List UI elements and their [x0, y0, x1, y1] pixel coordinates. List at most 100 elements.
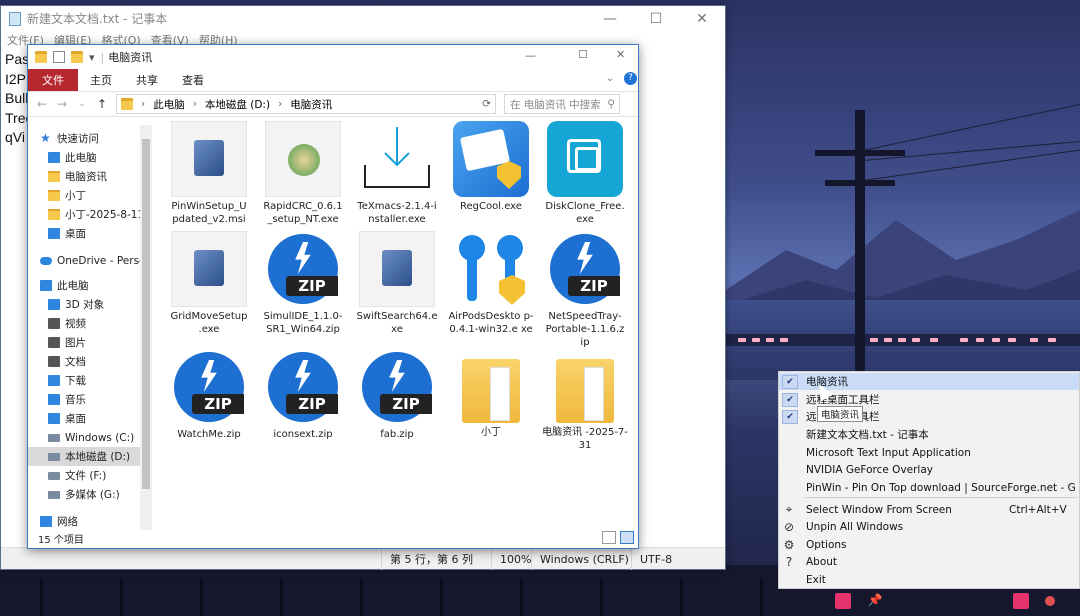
- nav-item[interactable]: 桌面: [28, 224, 152, 243]
- tab-view[interactable]: 查看: [170, 69, 216, 91]
- menu-item[interactable]: ⊘ Unpin All Windows: [779, 518, 1079, 535]
- nav-item[interactable]: 文件 (F:): [28, 466, 152, 485]
- minimize-button[interactable]: —: [525, 49, 536, 62]
- menu-item-label: Options: [806, 538, 847, 551]
- file-item[interactable]: SwiftSearch64.e xe: [352, 231, 442, 336]
- onedrive-icon: [40, 256, 52, 265]
- star-icon: ★: [40, 131, 51, 145]
- file-item[interactable]: DiskClone_Free. exe: [540, 121, 630, 226]
- file-item[interactable]: GridMoveSetup .exe: [164, 231, 254, 336]
- address-bar[interactable]: › 此电脑 › 本地磁盘 (D:) › 电脑资讯 ⟳: [116, 94, 496, 114]
- refresh-icon[interactable]: ⟳: [482, 98, 491, 110]
- properties-icon[interactable]: [53, 51, 65, 63]
- nav-item[interactable]: 桌面: [28, 409, 152, 428]
- cursor-position: 第 5 行，第 6 列: [381, 548, 491, 570]
- menu-item[interactable]: ? About: [779, 553, 1079, 570]
- file-item[interactable]: RegCool.exe: [446, 121, 536, 213]
- nav-item[interactable]: 多媒体 (G:): [28, 485, 152, 504]
- back-icon[interactable]: ←: [32, 97, 52, 111]
- airpods-icon: [453, 231, 529, 307]
- nav-item[interactable]: 音乐: [28, 390, 152, 409]
- search-box[interactable]: 在 电脑资讯 中搜索 ⚲: [504, 94, 620, 114]
- nav-item[interactable]: 文档: [28, 352, 152, 371]
- nav-item[interactable]: 视频: [28, 314, 152, 333]
- file-item[interactable]: TeXmacs-2.1.4-i nstaller.exe: [352, 121, 442, 226]
- details-view-icon[interactable]: [602, 531, 616, 544]
- menu-item[interactable]: ⌖ Select Window From Screen Ctrl+Alt+V: [779, 501, 1079, 518]
- tab-home[interactable]: 主页: [78, 69, 124, 91]
- menu-item-label: Microsoft Text Input Application: [806, 446, 971, 459]
- maximize-button[interactable]: ☐: [578, 48, 588, 61]
- file-item[interactable]: ZIP WatchMe.zip: [164, 349, 254, 441]
- nav-item[interactable]: 本地磁盘 (D:): [28, 447, 152, 466]
- nav-scrollbar[interactable]: [140, 125, 152, 530]
- breadcrumb-drive[interactable]: 本地磁盘 (D:): [205, 97, 270, 112]
- bolt-icon: [295, 360, 311, 392]
- large-icons-view-icon[interactable]: [620, 531, 634, 544]
- file-item[interactable]: ZIP NetSpeedTray- Portable-1.1.6.z ip: [540, 231, 630, 349]
- nav-item[interactable]: 图片: [28, 333, 152, 352]
- dropdown-icon[interactable]: ▾: [89, 51, 95, 64]
- notification-icon[interactable]: [1045, 596, 1055, 606]
- zip-label: ZIP: [192, 394, 244, 414]
- nav-item-label: 音乐: [65, 394, 86, 406]
- nav-item-label: 视频: [65, 318, 86, 330]
- nav-item[interactable]: 此电脑: [28, 276, 152, 295]
- nav-item[interactable]: 电脑资讯: [28, 167, 152, 186]
- file-name: 小丁: [481, 427, 501, 438]
- explorer-titlebar[interactable]: ▾ | 电脑资讯 — ☐ ✕: [28, 45, 638, 69]
- file-item[interactable]: ZIP SimulIDE_1.1.0- SR1_Win64.zip: [258, 231, 348, 336]
- zip-archive-icon: ZIP: [550, 234, 620, 304]
- minimize-button[interactable]: —: [587, 6, 633, 31]
- tab-file[interactable]: 文件: [28, 69, 78, 91]
- menu-item[interactable]: ⚙ Options: [779, 536, 1079, 553]
- file-name: DiskClone_Free. exe: [545, 201, 625, 225]
- nav-item-label: 快速访问: [57, 133, 99, 145]
- app-tray-icon[interactable]: [1013, 593, 1029, 609]
- tab-share[interactable]: 共享: [124, 69, 170, 91]
- file-name: RapidCRC_0.6.1 _setup_NT.exe: [263, 201, 343, 225]
- file-item[interactable]: ZIP fab.zip: [352, 349, 442, 441]
- new-folder-icon[interactable]: [71, 51, 83, 63]
- pinwin-context-menu: ✔电脑资讯✔远程桌面工具栏✔远程桌面工具栏新建文本文档.txt - 记事本Mic…: [778, 371, 1080, 589]
- file-item[interactable]: AirPodsDeskto p-0.4.1-win32.e xe: [446, 231, 536, 336]
- pin-icon[interactable]: 📌: [867, 593, 883, 609]
- maximize-button[interactable]: ☐: [633, 6, 679, 31]
- pinwin-tray-icon[interactable]: [835, 593, 851, 609]
- file-item[interactable]: ZIP iconsext.zip: [258, 349, 348, 441]
- nav-item[interactable]: 小丁: [28, 186, 152, 205]
- close-button[interactable]: ✕: [679, 6, 725, 31]
- nav-item-label: 本地磁盘 (D:): [65, 451, 131, 463]
- zip-label: ZIP: [380, 394, 432, 414]
- menu-item[interactable]: 新建文本文档.txt - 记事本: [779, 426, 1079, 443]
- forward-icon[interactable]: →: [52, 97, 72, 111]
- menu-item[interactable]: Microsoft Text Input Application: [779, 444, 1079, 461]
- file-item[interactable]: PinWinSetup_U pdated_v2.msi: [164, 121, 254, 226]
- up-icon[interactable]: ↑: [92, 97, 112, 111]
- nav-item[interactable]: ★ 快速访问: [28, 129, 152, 148]
- nav-item[interactable]: 此电脑: [28, 148, 152, 167]
- close-button[interactable]: ✕: [616, 48, 625, 61]
- nav-item[interactable]: 3D 对象: [28, 295, 152, 314]
- file-item[interactable]: 小丁: [446, 349, 536, 439]
- menu-item[interactable]: PinWin - Pin On Top download | SourceFor…: [779, 479, 1079, 496]
- breadcrumb-pc[interactable]: 此电脑: [153, 97, 185, 112]
- zip-archive-icon: ZIP: [268, 352, 338, 422]
- nav-item[interactable]: OneDrive - Perso: [28, 251, 152, 270]
- ribbon-expand-icon[interactable]: ⌄: [606, 73, 614, 84]
- explorer-window: ▾ | 电脑资讯 — ☐ ✕ 文件 主页 共享 查看 ⌄ ? ← → ⌄ ↑ ›…: [27, 44, 639, 549]
- help-icon[interactable]: ?: [624, 72, 637, 85]
- nav-item[interactable]: 小丁-2025-8-11: [28, 205, 152, 224]
- tooltip: 电脑资讯: [817, 406, 863, 422]
- nav-item[interactable]: 下载: [28, 371, 152, 390]
- file-item[interactable]: 电脑资讯 -2025-7-31: [540, 349, 630, 452]
- file-name: 电脑资讯 -2025-7-31: [542, 427, 628, 451]
- recent-icon[interactable]: ⌄: [72, 99, 92, 109]
- zip-archive-icon: ZIP: [268, 234, 338, 304]
- breadcrumb-folder[interactable]: 电脑资讯: [290, 97, 332, 112]
- file-name: iconsext.zip: [273, 429, 333, 440]
- file-item[interactable]: RapidCRC_0.6.1 _setup_NT.exe: [258, 121, 348, 226]
- nav-item[interactable]: Windows (C:): [28, 428, 152, 447]
- menu-item[interactable]: Exit: [779, 571, 1079, 588]
- menu-item[interactable]: NVIDIA GeForce Overlay: [779, 461, 1079, 478]
